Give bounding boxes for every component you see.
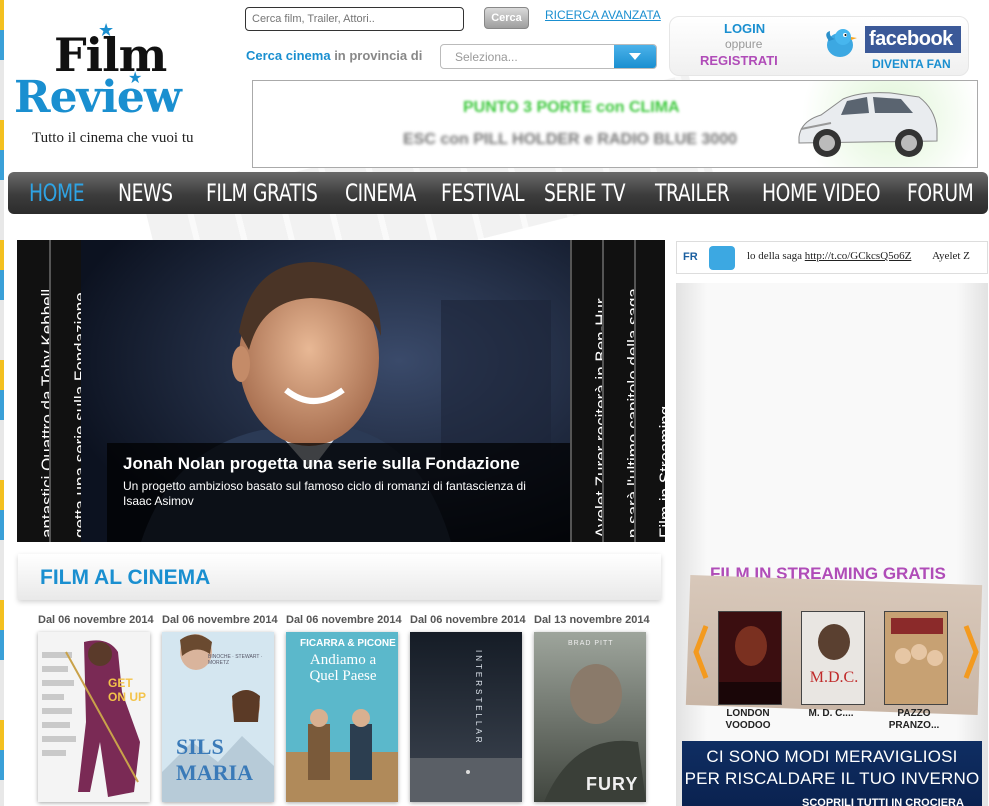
car-image [798,92,938,157]
cinema-search-label-main: Cerca cinema [246,48,331,63]
cinema-search-label: Cerca cinema in provincia di [246,48,422,63]
twitter-icon[interactable] [709,246,735,270]
site-logo[interactable]: Film ★ Review ★ Tutto il cinema che vuoi… [14,20,242,158]
facebook-logo[interactable]: facebook [865,26,961,53]
chevron-right-icon[interactable] [962,624,980,680]
poster-title: GET ON UP [108,676,147,704]
poster-title: FURY [586,774,639,794]
film-poster[interactable]: BRAD PITT FURY [534,632,646,802]
nav-serie-tv[interactable]: SERIE TV [544,175,626,211]
advanced-search-link[interactable]: RICERCA AVANZATA [545,8,661,22]
province-select[interactable]: Seleziona... [440,44,657,69]
hero-caption[interactable]: Jonah Nolan progetta una serie sulla Fon… [107,443,570,542]
twitter-ticker: FR lo della saga http://t.co/GCkcsQ5o6Z … [676,241,988,274]
tweet-link[interactable]: http://t.co/GCkcsQ5o6Z [805,250,912,262]
account-box: LOGIN oppure REGISTRATI facebook DIVENTA… [669,16,969,76]
ad-line: PER RISCALDARE IL TUO INVERNO [684,769,980,788]
chevron-down-icon[interactable] [614,45,656,68]
release-date: Dal 06 novembre 2014 [286,614,402,626]
svg-text:M.D.C.: M.D.C. [810,669,858,686]
left-edge-strip [0,0,4,806]
streaming-film-title[interactable]: PAZZO PRANZO... [876,708,952,732]
ad-subline: ESC con PILL HOLDER e RADIO BLUE 3000 [403,131,737,148]
search-input[interactable] [245,7,464,31]
tweet-text-before: lo della saga [747,250,805,262]
logo-review-text: Review [14,72,182,123]
streaming-poster[interactable] [718,611,782,705]
poster-art [885,612,947,704]
hero-tab-label: Ayelet Zurer reciterà in Ben-Hur [592,298,602,538]
hero-tab[interactable]: Ayelet Zurer reciterà in Ben-Hur [570,240,602,542]
streaming-poster[interactable]: M.D.C. [801,611,865,705]
hero-tab-label: n sarà l'ultimo capitolo della saga [624,288,634,538]
poster-credits: FICARRA & PICONE [300,638,396,649]
main-nav: HOME NEWS FILM GRATIS CINEMA FESTIVAL SE… [8,172,988,214]
hero-tab-label: Film in Streaming [655,405,666,538]
twitter-bird-icon[interactable] [821,23,859,61]
film-al-cinema-header: FILM AL CINEMA [18,554,661,600]
release-date: Dal 06 novembre 2014 [410,614,526,626]
film-poster[interactable]: GET ON UP [38,632,150,802]
film-poster[interactable]: FICARRA & PICONE Andiamo a Quel Paese [286,632,398,802]
nav-cinema[interactable]: CINEMA [345,175,416,211]
hero-slider: antastici Quattro da Toby Kebbell getta … [17,240,665,542]
hero-tab[interactable]: Film in Streaming [634,240,665,542]
filmreview-mini-logo: FR [683,251,698,263]
cruise-ad-banner[interactable]: CI SONO MODI MERAVIGLIOSI PER RISCALDARE… [682,741,982,806]
nav-trailer[interactable]: TRAILER [655,175,730,211]
ad-cta: SCOPRILI TUTTI IN CROCIERA [802,797,964,806]
nav-forum[interactable]: FORUM [907,175,974,211]
hero-tab-label: getta una serie sulla Fondazione [71,292,81,538]
release-date: Dal 06 novembre 2014 [162,614,278,626]
star-icon: ★ [98,20,115,40]
poster-art [38,632,150,802]
nav-festival[interactable]: FESTIVAL [441,175,525,211]
hero-tab[interactable]: getta una serie sulla Fondazione [49,240,81,542]
cinema-search-label-sub: in provincia di [334,48,423,63]
search-button[interactable]: Cerca [484,7,529,29]
star-icon: ★ [128,70,143,87]
hero-tab[interactable]: n sarà l'ultimo capitolo della saga [602,240,634,542]
poster-art [410,632,522,802]
poster-art: M.D.C. [802,612,864,704]
hero-title[interactable]: Jonah Nolan progetta una serie sulla Fon… [123,453,554,474]
province-select-value: Seleziona... [455,50,518,64]
ad-line: CI SONO MODI MERAVIGLIOSI [706,747,958,766]
nav-news[interactable]: NEWS [118,175,173,211]
ad-headline: PUNTO 3 PORTE con CLIMA [463,99,680,116]
film-poster[interactable]: BINOCHE · STEWART · MORETZ SILS MARIA [162,632,274,802]
nav-film-gratis[interactable]: FILM GRATIS [206,175,318,211]
streaming-film-title[interactable]: M. D. C.... [793,708,869,720]
hero-tab-label: antastici Quattro da Toby Kebbell [38,288,49,538]
nav-home-video[interactable]: HOME VIDEO [762,175,881,211]
login-link[interactable]: LOGIN [724,21,765,36]
poster-title: INTERSTELLAR [474,650,483,746]
hero-description: Un progetto ambizioso basato sul famoso … [123,479,526,508]
become-fan-link[interactable]: DIVENTA FAN [872,57,951,71]
register-link[interactable]: REGISTRATI [700,53,778,68]
poster-credits: BRAD PITT [568,640,614,647]
top-ad-banner[interactable]: PUNTO 3 PORTE con CLIMA ESC con PILL HOL… [252,80,978,168]
tweet-text: lo della saga http://t.co/GCkcsQ5o6Z Aye… [747,250,970,262]
logo-tagline: Tutto il cinema che vuoi tu [32,130,194,146]
poster-title: Andiamo a Quel Paese [309,652,377,684]
film-poster[interactable]: INTERSTELLAR [410,632,522,802]
nav-home[interactable]: HOME [29,175,85,211]
chevron-left-icon[interactable] [692,624,710,680]
streaming-poster[interactable] [884,611,948,705]
release-date: Dal 13 novembre 2014 [534,614,650,626]
release-date: Dal 06 novembre 2014 [38,614,154,626]
poster-credits: BINOCHE · STEWART · MORETZ [208,654,263,666]
streaming-film-title[interactable]: LONDON VOODOO [710,708,786,732]
poster-art [719,612,781,704]
poster-title: SILS MARIA [176,734,253,785]
section-title: FILM AL CINEMA [40,566,211,589]
tweet-text-after: Ayelet Z [932,250,970,262]
hero-tab[interactable]: antastici Quattro da Toby Kebbell [17,240,49,542]
login-or-text: oppure [725,37,763,51]
